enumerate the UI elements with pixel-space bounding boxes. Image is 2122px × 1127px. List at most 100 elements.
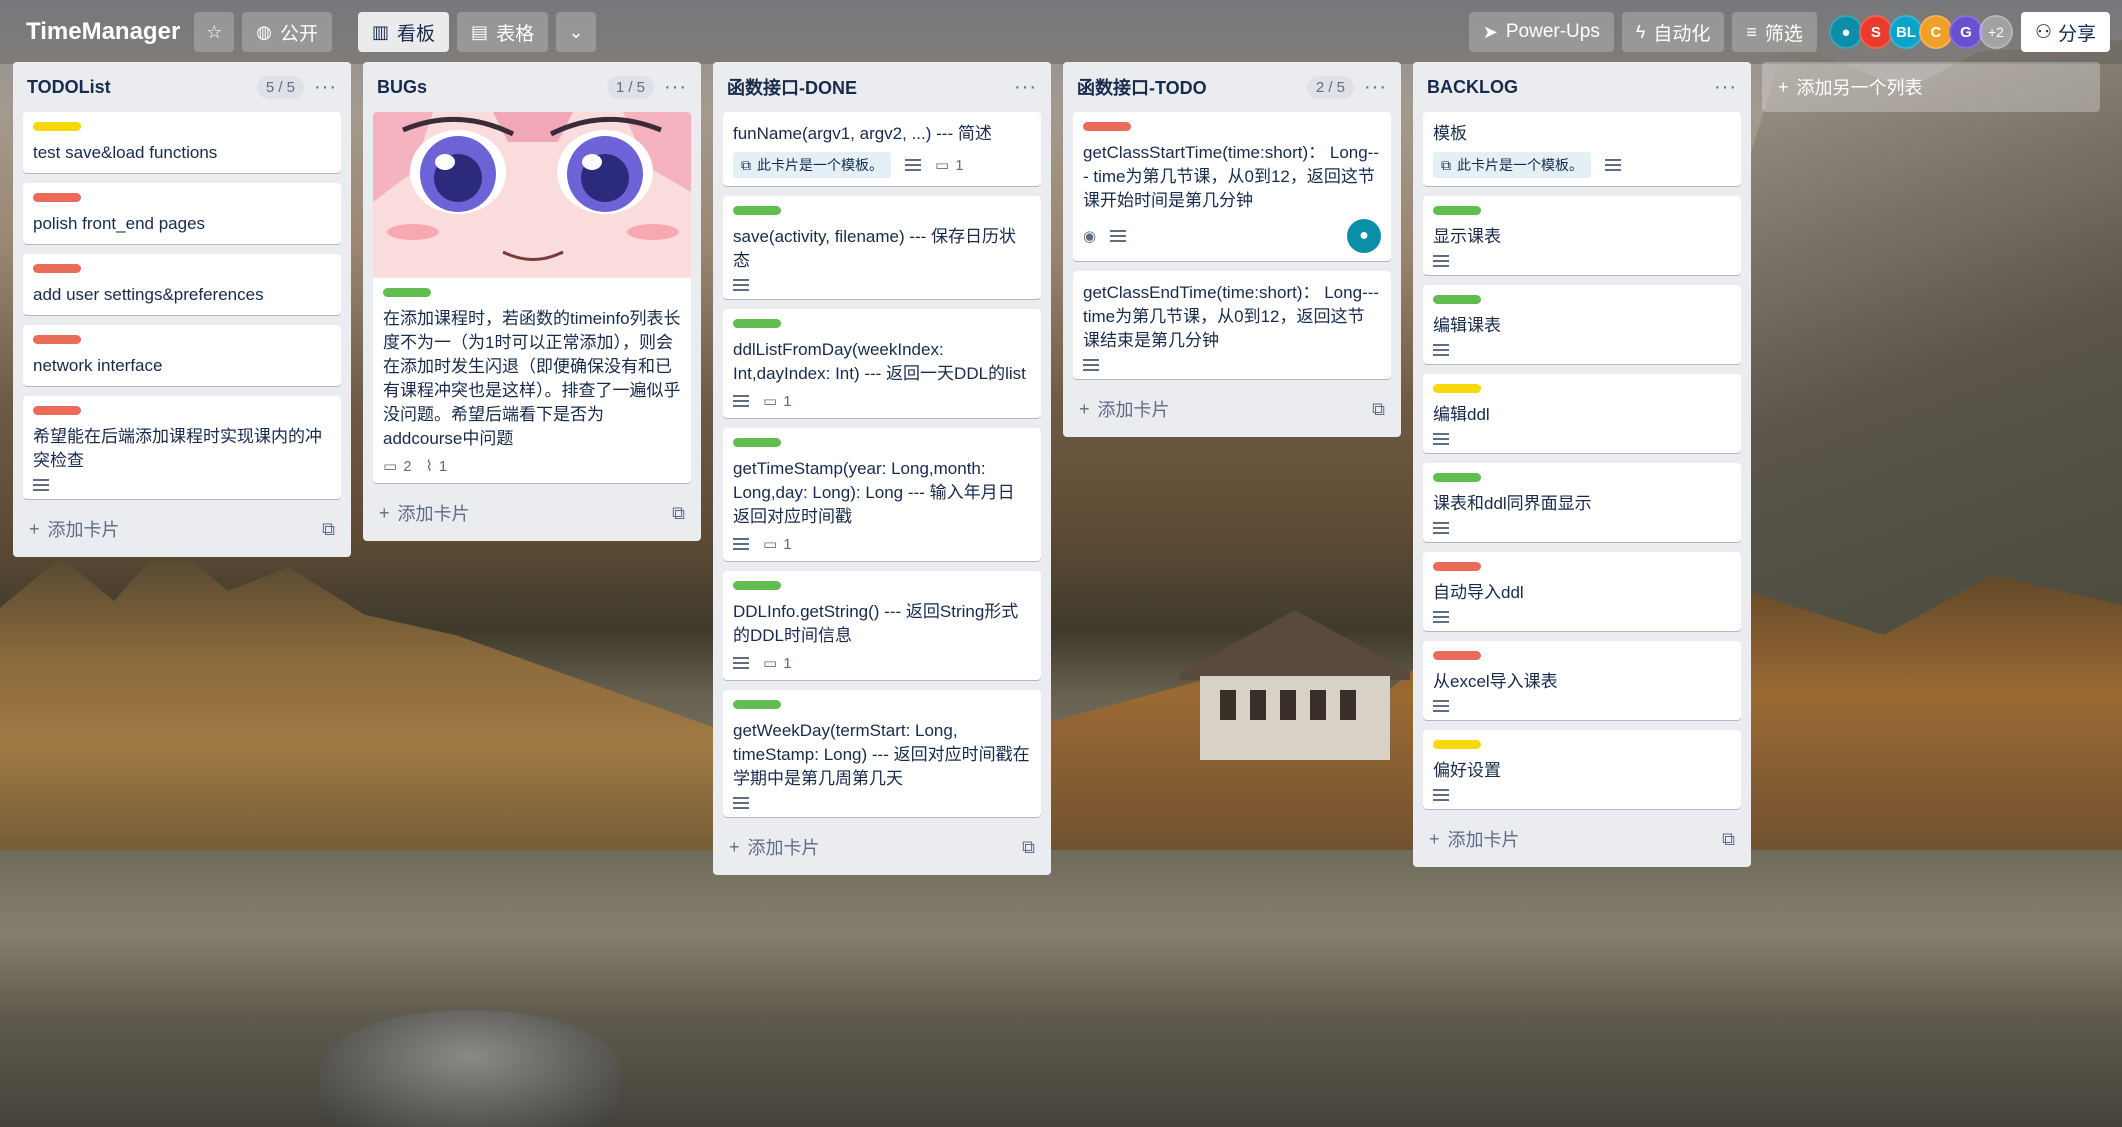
card[interactable]: 课表和ddl同界面显示 <box>1423 463 1741 542</box>
card-label[interactable] <box>33 406 81 415</box>
card-label[interactable] <box>33 335 81 344</box>
card[interactable]: test save&load functions <box>23 112 341 173</box>
board-title[interactable]: TimeManager <box>12 18 194 46</box>
card-label[interactable] <box>1433 473 1481 482</box>
view-table-button[interactable]: ▤ 表格 <box>457 12 549 52</box>
card-label[interactable] <box>33 193 81 202</box>
board-members: ● S BL C G +2 <box>1828 15 2013 49</box>
card[interactable]: network interface <box>23 325 341 386</box>
list-title[interactable]: BUGs <box>377 77 607 98</box>
share-label: 分享 <box>2057 23 2096 45</box>
list-api-done: 函数接口-DONE ··· funName(argv1, argv2, ...)… <box>713 62 1051 875</box>
card[interactable]: funName(argv1, argv2, ...) --- 简述 ⧉ 此卡片是一… <box>723 112 1041 186</box>
list-menu-icon[interactable]: ··· <box>1014 76 1037 99</box>
card[interactable]: 偏好设置 <box>1423 730 1741 809</box>
card-member-avatar[interactable]: ● <box>1347 219 1381 253</box>
card-label[interactable] <box>1433 740 1481 749</box>
card-label[interactable] <box>1433 651 1481 660</box>
card-badges: ⧉ 此卡片是一个模板。 ▭ 1 <box>733 152 1031 178</box>
plus-icon: + <box>729 836 740 857</box>
card[interactable]: getClassStartTime(time:short)： Long--- t… <box>1073 112 1391 261</box>
filter-icon: ≡ <box>1746 21 1757 42</box>
card[interactable]: 希望能在后端添加课程时实现课内的冲突检查 <box>23 396 341 499</box>
card[interactable]: 自动导入ddl <box>1423 552 1741 631</box>
comments-count: 1 <box>955 156 964 174</box>
card[interactable]: add user settings&preferences <box>23 254 341 315</box>
template-icon[interactable]: ⧉ <box>672 503 685 524</box>
template-badge-label: 此卡片是一个模板。 <box>757 157 883 173</box>
avatar[interactable]: S <box>1858 15 1893 49</box>
lightning-icon: ϟ <box>1635 21 1646 42</box>
list-title[interactable]: TODOList <box>27 77 257 98</box>
list-menu-icon[interactable]: ··· <box>314 76 337 99</box>
card[interactable]: polish front_end pages <box>23 183 341 244</box>
card-badges <box>1433 344 1731 356</box>
card[interactable]: save(activity, filename) --- 保存日历状态 <box>723 196 1041 299</box>
comments-badge: ▭ 2 <box>383 457 412 476</box>
card-label[interactable] <box>383 288 431 297</box>
visibility-button[interactable]: ◍ 公开 <box>242 12 333 52</box>
card-label[interactable] <box>33 122 81 131</box>
card-label[interactable] <box>1433 562 1481 571</box>
template-icon[interactable]: ⧉ <box>1372 399 1385 420</box>
card-label[interactable] <box>733 581 781 590</box>
card-label[interactable] <box>733 700 781 709</box>
list-header: 函数接口-TODO 2 / 5 ··· <box>1073 62 1391 112</box>
add-card-button[interactable]: + 添加卡片 ⧉ <box>1423 819 1741 859</box>
card[interactable]: getClassEndTime(time:short)： Long--- tim… <box>1073 271 1391 379</box>
card-badges <box>1083 359 1381 371</box>
card[interactable]: ddlListFromDay(weekIndex: Int,dayIndex: … <box>723 309 1041 418</box>
card[interactable]: getTimeStamp(year: Long,month: Long,day:… <box>723 428 1041 561</box>
avatar[interactable]: ● <box>1828 15 1863 49</box>
list-menu-icon[interactable]: ··· <box>1364 76 1387 99</box>
list-menu-icon[interactable]: ··· <box>1714 76 1737 99</box>
powerups-button[interactable]: ➤ Power-Ups <box>1468 12 1614 52</box>
add-card-button[interactable]: + 添加卡片 ⧉ <box>373 493 691 533</box>
list-menu-icon[interactable]: ··· <box>664 76 687 99</box>
card-label[interactable] <box>1433 384 1481 393</box>
card[interactable]: 编辑ddl <box>1423 374 1741 453</box>
filter-button[interactable]: ≡ 筛选 <box>1732 12 1817 52</box>
card[interactable]: 显示课表 <box>1423 196 1741 275</box>
chevron-down-icon: ⌄ <box>568 21 584 42</box>
add-card-button[interactable]: + 添加卡片 ⧉ <box>723 827 1041 867</box>
list-title[interactable]: 函数接口-DONE <box>727 74 1014 100</box>
add-card-button[interactable]: + 添加卡片 ⧉ <box>1073 389 1391 429</box>
attachments-badge: ⌇ 1 <box>426 457 448 476</box>
share-button[interactable]: ⚇ 分享 <box>2020 12 2110 52</box>
automation-button[interactable]: ϟ 自动化 <box>1621 12 1725 52</box>
view-board-button[interactable]: ▥ 看板 <box>358 12 450 52</box>
more-members-button[interactable]: +2 <box>1978 15 2013 49</box>
card-label[interactable] <box>733 319 781 328</box>
avatar[interactable]: G <box>1948 15 1983 49</box>
plus-icon: + <box>1079 398 1090 419</box>
card[interactable]: 在添加课程时，若函数的timeinfo列表长度不为一（为1时可以正常添加），则会… <box>373 112 691 483</box>
template-icon[interactable]: ⧉ <box>1722 829 1735 850</box>
card-label[interactable] <box>33 264 81 273</box>
add-list-label: 添加另一个列表 <box>1796 78 1923 98</box>
list-title[interactable]: 函数接口-TODO <box>1077 74 1307 100</box>
plus-icon: + <box>1778 76 1789 97</box>
card[interactable]: 从excel导入课表 <box>1423 641 1741 720</box>
avatar[interactable]: BL <box>1888 15 1923 49</box>
card-label[interactable] <box>1433 206 1481 215</box>
card[interactable]: DDLInfo.getString() --- 返回String形式的DDL时间… <box>723 571 1041 680</box>
avatar[interactable]: C <box>1918 15 1953 49</box>
card-label[interactable] <box>1083 122 1131 131</box>
list-title[interactable]: BACKLOG <box>1427 77 1714 98</box>
template-icon[interactable]: ⧉ <box>322 519 335 540</box>
comments-count: 2 <box>403 457 412 475</box>
add-card-button[interactable]: + 添加卡片 ⧉ <box>23 509 341 549</box>
template-icon[interactable]: ⧉ <box>1022 837 1035 858</box>
add-list-button[interactable]: + 添加另一个列表 <box>1762 62 2100 112</box>
card-label[interactable] <box>733 206 781 215</box>
views-dropdown-button[interactable]: ⌄ <box>556 12 597 52</box>
view-board-label: 看板 <box>397 23 436 45</box>
star-button[interactable]: ☆ <box>194 12 235 52</box>
card-label[interactable] <box>733 438 781 447</box>
card-label[interactable] <box>1433 295 1481 304</box>
card-title: 希望能在后端添加课程时实现课内的冲突检查 <box>33 427 322 470</box>
card[interactable]: getWeekDay(termStart: Long, timeStamp: L… <box>723 690 1041 817</box>
card[interactable]: 模板 ⧉ 此卡片是一个模板。 <box>1423 112 1741 186</box>
card[interactable]: 编辑课表 <box>1423 285 1741 364</box>
